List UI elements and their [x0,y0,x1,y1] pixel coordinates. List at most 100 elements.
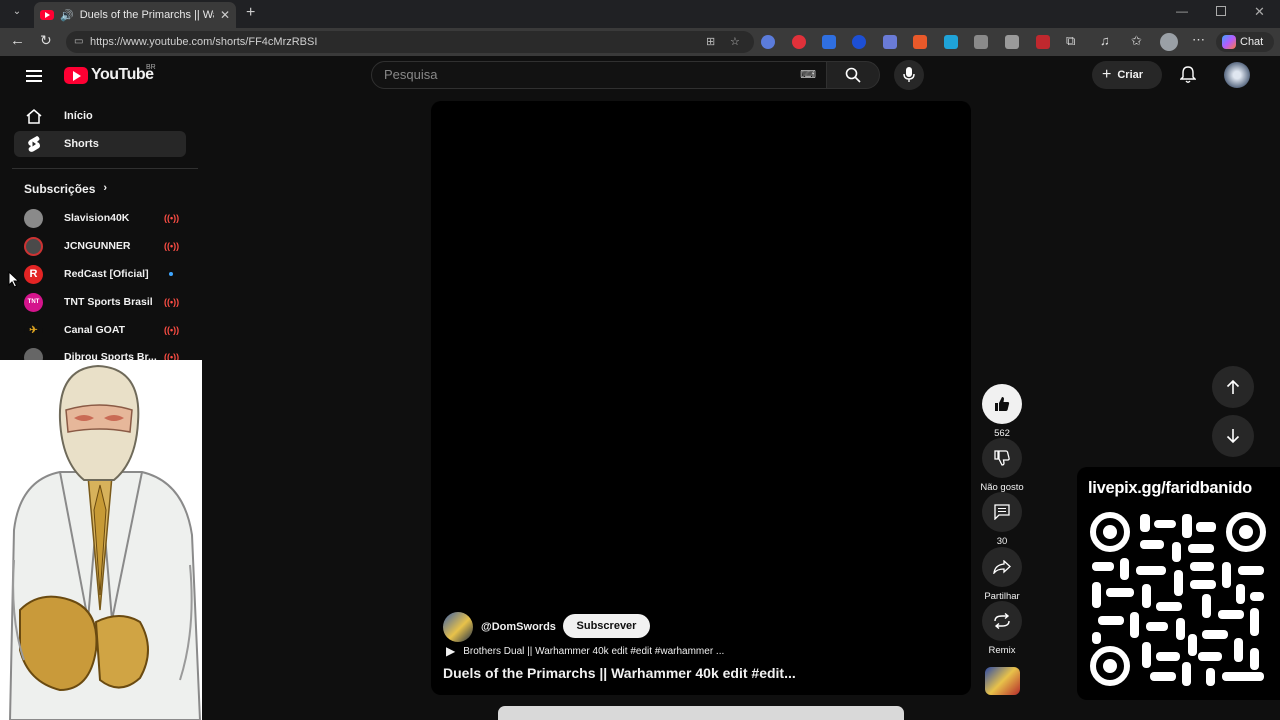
search-input[interactable]: Pesquisa ⌨ [371,61,827,89]
sidebar-item-shorts[interactable]: Shorts [14,131,186,157]
speaker-icon[interactable]: 🔊 [60,9,74,22]
notifications-bell-icon[interactable] [1179,66,1197,89]
sidebar-item-label: Início [64,110,93,122]
reload-button[interactable]: ↻ [40,32,52,49]
maximize-button[interactable] [1216,6,1226,16]
thumbs-down-icon [994,450,1010,466]
more-menu-icon[interactable]: ⋯ [1192,32,1205,48]
channel-name: RedCast [Oficial] [64,268,149,280]
channel-avatar [24,208,43,228]
donation-url: livepix.gg/faridbanido [1088,479,1252,497]
search-placeholder: Pesquisa [384,67,438,82]
voice-search-button[interactable] [894,60,924,90]
play-icon: ▶ [446,644,456,658]
sidebar-item-home[interactable]: Início [14,103,186,129]
copilot-icon [1222,35,1236,49]
channel-avatar: ✈ [24,320,43,340]
youtube-favicon-icon [40,10,54,20]
tab-list-dropdown[interactable]: ⌄ [8,6,26,22]
media-control-icon[interactable]: ♫ [1100,33,1110,48]
arrow-down-icon [1226,429,1240,444]
profile-avatar[interactable] [1160,33,1178,51]
address-bar[interactable]: ▭ https://www.youtube.com/shorts/FF4cMrz… [66,31,754,53]
chevron-right-icon: › [103,182,108,194]
dislike-button[interactable] [982,438,1022,478]
short-title[interactable]: Duels of the Primarchs || Warhammer 40k … [443,665,796,681]
minimize-button[interactable]: — [1176,4,1188,18]
thumbs-up-icon [995,397,1010,411]
share-button[interactable] [982,547,1022,587]
comments-button[interactable] [982,492,1022,532]
back-button[interactable]: ← [10,32,25,49]
microphone-icon [903,67,915,82]
horizontal-scrollbar[interactable] [498,706,904,720]
tab-title: Duels of the Primarchs || Warh [79,9,214,21]
next-short-button[interactable] [1212,415,1254,457]
remix-button[interactable] [982,601,1022,641]
favorite-star-icon[interactable]: ☆ [730,31,740,53]
app-available-icon[interactable]: ⊞ [706,31,715,53]
keyboard-icon[interactable]: ⌨ [800,62,816,88]
subscription-item[interactable]: JCNGUNNER ((•)) [24,236,184,256]
channel-name: TNT Sports Brasil [64,296,153,308]
channel-avatar: TNT [24,292,43,312]
subscription-item[interactable]: ✈ Canal GOAT ((•)) [24,320,184,340]
remix-label: Remix [988,645,1016,656]
sound-thumbnail[interactable] [985,667,1020,695]
browser-tab-strip: ⌄ 🔊 Duels of the Primarchs || Warh ✕ + —… [0,0,1280,28]
menu-hamburger-icon[interactable] [26,67,42,85]
previous-short-button[interactable] [1212,366,1254,408]
extensions-puzzle-icon[interactable]: ⧉ [1066,33,1075,49]
subscription-item[interactable]: R RedCast [Oficial] [24,264,184,284]
extension-6-icon[interactable] [913,35,927,49]
channel-name: Canal GOAT [64,324,126,336]
share-action[interactable]: Partilhar [976,547,1028,602]
comments-action[interactable]: 30 [976,492,1028,547]
site-info-icon[interactable]: ▭ [74,31,83,53]
tab-close-icon[interactable]: ✕ [220,8,230,22]
search-button[interactable] [826,61,880,89]
favorites-icon[interactable]: ✩ [1131,33,1142,49]
music-title: Brothers Dual || Warhammer 40k edit #edi… [463,645,725,657]
music-row[interactable]: ▶ Brothers Dual || Warhammer 40k edit #e… [446,644,724,658]
remix-action[interactable]: Remix [976,601,1028,656]
extension-3-icon[interactable] [822,35,836,49]
extension-10-icon[interactable] [1036,35,1050,49]
dislike-action[interactable]: Não gosto [976,438,1028,493]
channel-avatar [24,236,43,256]
like-button[interactable] [982,384,1022,424]
subscribe-button[interactable]: Subscrever [563,614,650,638]
extension-5-icon[interactable] [883,35,897,49]
browser-toolbar: ← ↻ ▭ https://www.youtube.com/shorts/FF4… [0,28,1280,56]
channel-handle[interactable]: @DomSwords [481,621,556,633]
subscription-item[interactable]: Slavision40K ((•)) [24,208,184,228]
short-video-player[interactable] [431,101,971,695]
like-action[interactable]: 562 [976,384,1028,439]
shorts-icon [24,135,44,153]
create-label: Criar [1117,69,1144,81]
channel-avatar[interactable] [443,612,473,642]
youtube-logo[interactable]: YouTube [64,66,154,84]
youtube-play-icon [64,66,88,84]
copilot-chat-button[interactable]: Chat [1216,32,1274,52]
extension-2-icon[interactable] [792,35,806,49]
live-indicator-icon: ((•)) [164,241,180,251]
subscriptions-heading[interactable]: Subscrições › [24,182,107,196]
url-text: https://www.youtube.com/shorts/FF4cMrzRB… [90,36,318,48]
extension-7-icon[interactable] [944,35,958,49]
share-arrow-icon [993,560,1011,574]
extension-8-icon[interactable] [974,35,988,49]
streamer-character-overlay [0,360,202,720]
extension-4-icon[interactable] [852,35,866,49]
create-button[interactable]: + Criar [1092,61,1162,89]
close-window-button[interactable]: ✕ [1254,4,1265,20]
subscription-item[interactable]: TNT TNT Sports Brasil ((•)) [24,292,184,312]
comment-icon [994,504,1010,520]
browser-tab-active[interactable]: 🔊 Duels of the Primarchs || Warh ✕ [34,2,236,28]
new-tab-button[interactable]: + [246,4,255,22]
extension-9-icon[interactable] [1005,35,1019,49]
account-avatar[interactable] [1224,62,1250,88]
plus-icon: + [1102,66,1112,83]
extension-1-icon[interactable] [761,35,775,49]
sidebar-item-label: Shorts [64,138,99,150]
